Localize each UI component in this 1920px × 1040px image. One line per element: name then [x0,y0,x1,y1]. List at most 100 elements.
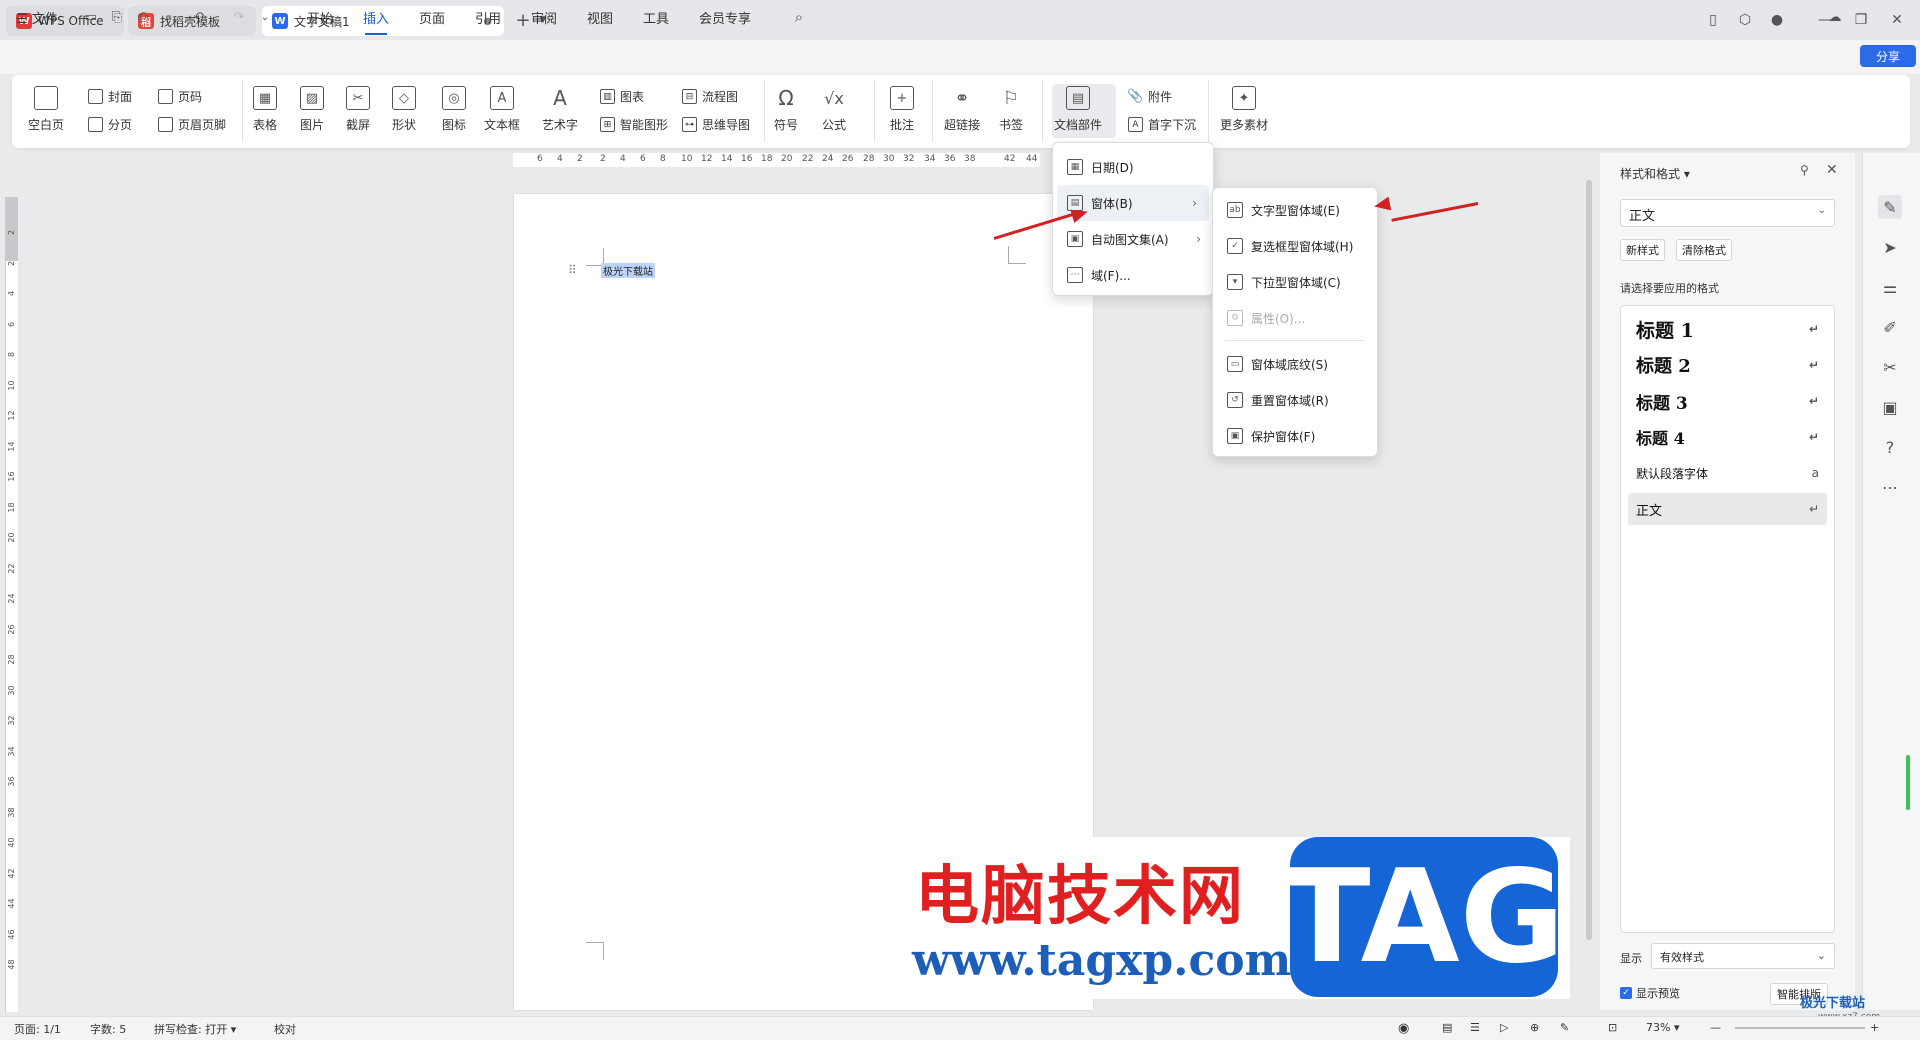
more-chevron-icon[interactable]: ⌄ [256,8,274,26]
spell-check[interactable]: 拼写检查: 打开 ▾ [154,1021,236,1037]
style-heading-4[interactable]: 标题 4 ↵ [1628,421,1827,453]
style-heading-2[interactable]: 标题 2 ↵ [1628,349,1827,381]
menu-item-field[interactable]: ⋯ 域(F)... [1053,257,1213,293]
header-footer-button[interactable]: 页眉页脚 [158,116,226,133]
page-count[interactable]: 页面: 1/1 [14,1021,61,1037]
avatar[interactable]: ● [1764,8,1790,32]
style-heading-3[interactable]: 标题 3 ↵ [1628,385,1827,417]
style-default-font[interactable]: 默认段落字体 a [1628,457,1827,489]
menu-start[interactable]: 开始 [307,8,333,27]
menu-review[interactable]: 审阅 [531,8,557,27]
menu-page[interactable]: 页面 [419,8,445,27]
page-view-icon[interactable]: ▤ [1442,1021,1452,1034]
icon-button[interactable]: ◎ 图标 [442,86,466,133]
file-menu[interactable]: ☰ 文件 [16,8,58,27]
menu-member[interactable]: 会员专享 [699,8,751,27]
cube-icon[interactable]: ⬡ [1732,8,1758,32]
web-view-icon[interactable]: ⊕ [1530,1021,1539,1034]
more-icon[interactable]: ⋯ [1878,475,1902,499]
pen-icon[interactable]: ✎ [1560,1021,1569,1034]
wordart-button[interactable]: A 艺术字 [542,86,578,133]
search-icon[interactable]: ⌕ [790,8,808,26]
show-filter-select[interactable]: 有效样式 ⌄ [1651,943,1835,969]
menu-reference[interactable]: 引用 [475,8,501,27]
help-icon[interactable]: ? [1878,435,1902,459]
document-scrollbar[interactable] [1586,180,1592,940]
style-body[interactable]: 正文 ↵ [1628,493,1827,525]
document-text[interactable]: 极光下载站 [601,263,655,278]
style-pen-icon[interactable]: ✎ [1878,195,1902,219]
textbox-button[interactable]: A 文本框 [484,86,520,133]
select-cursor-icon[interactable]: ➤ [1878,235,1902,259]
undo-icon[interactable]: ↶ [190,8,208,26]
drop-cap-button[interactable]: A 首字下沉 [1128,116,1196,133]
cover-button[interactable]: 封面 [88,88,132,105]
menu-item-date[interactable]: ▦ 日期(D) [1053,149,1213,185]
table-button[interactable]: ▦ 表格 [253,86,277,133]
close-panel-icon[interactable]: ✕ [1826,162,1838,178]
zoom-slider[interactable] [1735,1027,1865,1029]
share-button[interactable]: 分享 [1860,45,1916,67]
menu-insert[interactable]: 插入 [363,8,389,35]
current-style-select[interactable]: 正文 ⌄ [1620,199,1835,227]
redo-icon[interactable]: ↷ [230,8,248,26]
restore-icon[interactable]: ❐ [1848,8,1874,32]
hyperlink-button[interactable]: ⚭ 超链接 [944,86,980,133]
menu-view[interactable]: 视图 [587,8,613,27]
menu-tools[interactable]: 工具 [643,8,669,27]
horizontal-ruler[interactable] [513,153,1040,167]
menu-item-dropdown-form-field[interactable]: ▾ 下拉型窗体域(C) [1213,264,1377,300]
proofread[interactable]: 校对 [274,1021,296,1037]
drag-handle-icon[interactable]: ⠿ [568,263,577,277]
print-icon[interactable]: ⎙ [134,8,152,26]
mindmap-button[interactable]: ⊶ 思维导图 [682,116,750,133]
comment-button[interactable]: + 批注 [890,86,914,133]
blank-page-button[interactable]: 空白页 [28,86,64,133]
zoom-out-icon[interactable]: — [1710,1021,1721,1034]
print-preview-icon[interactable]: ⌕ [160,8,178,26]
menu-item-text-form-field[interactable]: ab 文字型窗体域(E) [1213,192,1377,228]
menu-item-protect-form[interactable]: ▣ 保护窗体(F) [1213,418,1377,454]
picture-button[interactable]: ▨ 图片 [300,86,324,133]
word-count[interactable]: 字数: 5 [90,1021,126,1037]
save-icon[interactable]: ▭ [82,8,100,26]
outline-view-icon[interactable]: ☰ [1470,1021,1480,1034]
layout-icon[interactable]: ▯ [1700,8,1726,32]
flowchart-button[interactable]: ⊟ 流程图 [682,88,738,105]
section-button[interactable]: 分页 [88,116,132,133]
smart-art-button[interactable]: ⊞ 智能图形 [600,116,668,133]
shape-button[interactable]: ◇ 形状 [392,86,416,133]
style-heading-1[interactable]: 标题 1 ↵ [1628,313,1827,345]
eye-icon[interactable]: ◉ [1398,1021,1409,1036]
export-icon[interactable]: ⎘ [108,8,126,26]
tools-icon[interactable]: ✂ [1878,355,1902,379]
symbol-button[interactable]: Ω 符号 [774,86,798,133]
menu-item-reset-fields[interactable]: ↺ 重置窗体域(R) [1213,382,1377,418]
bookmark-button[interactable]: ⚐ 书签 [999,86,1023,133]
attachment-button[interactable]: 📎 附件 [1127,88,1172,105]
more-materials-button[interactable]: ✦ 更多素材 [1220,86,1268,133]
formula-button[interactable]: √x 公式 [822,86,846,133]
play-icon[interactable]: ▷ [1500,1021,1508,1034]
menu-item-field-shading[interactable]: ▭ 窗体域底纹(S) [1213,346,1377,382]
screenshot-button[interactable]: ✂ 截屏 [346,86,370,133]
panel-title[interactable]: 样式和格式 ▾ [1620,165,1690,182]
zoom-value[interactable]: 73% ▾ [1646,1021,1679,1034]
chart-button[interactable]: ▥ 图表 [600,88,644,105]
doc-parts-button[interactable]: ▤ 文档部件 [1054,86,1102,133]
close-window-icon[interactable]: ✕ [1884,8,1910,32]
watermark-site: 极光下载站 [1800,996,1866,1011]
new-style-button[interactable]: 新样式 [1620,239,1665,261]
fit-icon[interactable]: ⊡ [1608,1021,1617,1034]
book-icon[interactable]: ▣ [1878,395,1902,419]
edit-doc-icon[interactable]: ✐ [1878,315,1902,339]
zoom-in-icon[interactable]: + [1870,1021,1879,1034]
clear-format-button[interactable]: 清除格式 [1676,239,1732,261]
preview-checkbox[interactable]: ✓ 显示预览 [1620,985,1680,1001]
page-number-button[interactable]: 页码 [158,88,202,105]
adjust-icon[interactable]: ⚌ [1878,275,1902,299]
pin-icon[interactable]: ⚲ [1800,163,1809,177]
cloud-icon[interactable]: ☁ [1826,8,1844,26]
menu-item-autotext[interactable]: ▣ 自动图文集(A) › [1053,221,1213,257]
menu-item-checkbox-form-field[interactable]: ✓ 复选框型窗体域(H) [1213,228,1377,264]
